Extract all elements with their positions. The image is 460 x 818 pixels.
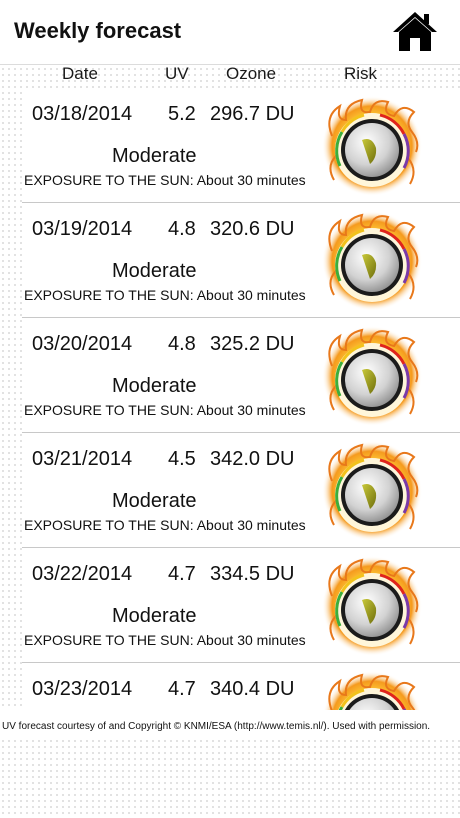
row-ozone: 320.6 DU — [210, 218, 295, 240]
row-exposure: EXPOSURE TO THE SUN: About 30 minutes — [24, 517, 306, 533]
uv-risk-gauge-icon — [322, 671, 422, 710]
row-date: 03/22/2014 — [32, 563, 133, 585]
forecast-row[interactable]: 03/22/2014 4.7 334.5 DU Moderate EXPOSUR… — [22, 548, 460, 663]
uv-risk-gauge-icon — [322, 441, 422, 541]
row-exposure: EXPOSURE TO THE SUN: About 30 minutes — [24, 632, 306, 648]
uv-risk-gauge-icon — [322, 326, 422, 426]
row-risk-level: Moderate — [112, 490, 197, 512]
row-uv-index: 4.7 — [168, 678, 196, 700]
row-uv-index: 4.7 — [168, 563, 196, 585]
row-ozone: 342.0 DU — [210, 448, 295, 470]
forecast-row[interactable]: 03/20/2014 4.8 325.2 DU Moderate EXPOSUR… — [22, 318, 460, 433]
column-header-uv: UV — [165, 64, 189, 83]
forecast-row[interactable]: 03/23/2014 4.7 340.4 DU — [22, 663, 460, 710]
row-uv-index: 5.2 — [168, 103, 196, 125]
column-header-ozone: Ozone — [226, 64, 277, 83]
row-ozone: 296.7 DU — [210, 103, 295, 125]
row-ozone: 334.5 DU — [210, 563, 295, 585]
uv-risk-gauge-icon — [322, 96, 422, 196]
row-risk-level: Moderate — [112, 605, 197, 627]
forecast-row[interactable]: 03/21/2014 4.5 342.0 DU Moderate EXPOSUR… — [22, 433, 460, 548]
row-exposure: EXPOSURE TO THE SUN: About 30 minutes — [24, 172, 306, 188]
row-uv-index: 4.8 — [168, 218, 196, 240]
column-headers: Date UV Ozone Risk — [0, 64, 460, 88]
row-risk-level: Moderate — [112, 260, 197, 282]
uv-risk-gauge-icon — [322, 211, 422, 311]
row-date: 03/23/2014 — [32, 678, 133, 700]
page-title: Weekly forecast — [14, 18, 182, 43]
uv-risk-gauge-icon — [322, 556, 422, 656]
row-risk-level: Moderate — [112, 145, 197, 167]
credits-footer: UV forecast courtesy of and Copyright © … — [0, 710, 460, 740]
forecast-row[interactable]: 03/19/2014 4.8 320.6 DU Moderate EXPOSUR… — [22, 203, 460, 318]
row-ozone: 340.4 DU — [210, 678, 295, 700]
row-date: 03/18/2014 — [32, 103, 133, 125]
row-uv-index: 4.8 — [168, 333, 196, 355]
row-exposure: EXPOSURE TO THE SUN: About 30 minutes — [24, 402, 306, 418]
header-bar: Weekly forecast — [0, 0, 460, 65]
forecast-list[interactable]: 03/18/2014 5.2 296.7 DU Moderate EXPOSUR… — [22, 88, 460, 710]
row-uv-index: 4.5 — [168, 448, 196, 470]
row-risk-level: Moderate — [112, 375, 197, 397]
credits-text: UV forecast courtesy of and Copyright © … — [2, 721, 431, 732]
row-date: 03/19/2014 — [32, 218, 133, 240]
row-ozone: 325.2 DU — [210, 333, 295, 355]
row-date: 03/21/2014 — [32, 448, 133, 470]
column-header-risk: Risk — [344, 64, 378, 83]
forecast-row[interactable]: 03/18/2014 5.2 296.7 DU Moderate EXPOSUR… — [22, 88, 460, 203]
row-date: 03/20/2014 — [32, 333, 133, 355]
column-header-date: Date — [62, 64, 98, 83]
row-exposure: EXPOSURE TO THE SUN: About 30 minutes — [24, 287, 306, 303]
home-icon — [393, 12, 437, 51]
home-button[interactable] — [392, 10, 438, 52]
